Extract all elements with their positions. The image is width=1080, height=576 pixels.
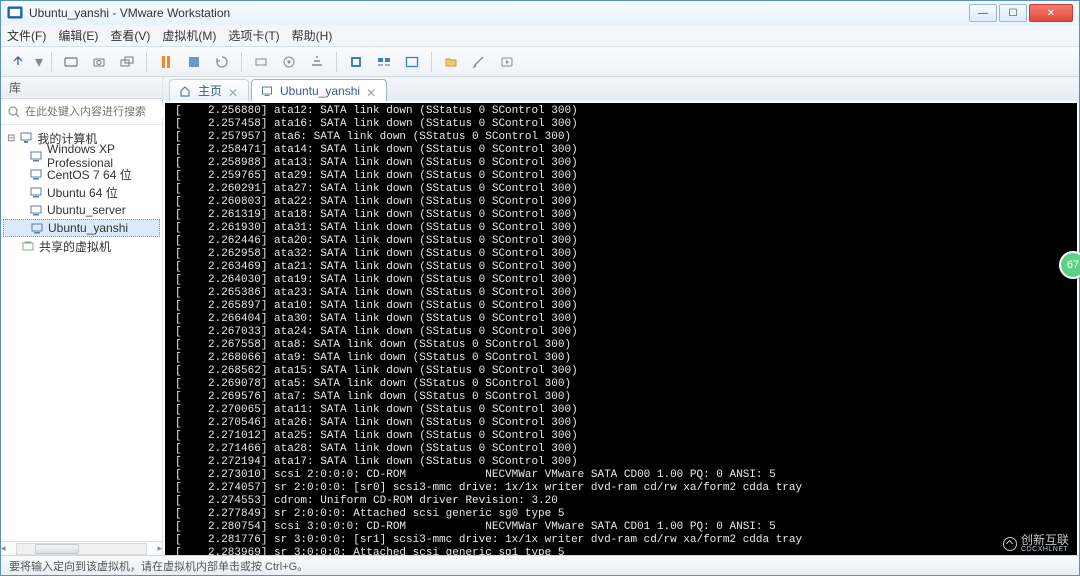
tab-主页[interactable]: 主页 ✕: [169, 79, 249, 101]
tree-item-label: Ubuntu_server: [47, 203, 126, 217]
minimize-button[interactable]: —: [969, 4, 997, 22]
vm-icon: [30, 221, 44, 235]
sidebar-search[interactable]: ▾: [1, 99, 162, 125]
notification-badge[interactable]: 67: [1059, 251, 1080, 279]
player-button[interactable]: [496, 51, 518, 73]
menu-3[interactable]: 虚拟机(M): [162, 27, 216, 44]
statusbar: 要将输入定向到该虚拟机，请在虚拟机内部单击或按 Ctrl+G。: [1, 555, 1079, 575]
tree-item-label: CentOS 7 64 位: [47, 166, 132, 183]
tab-close-icon[interactable]: ✕: [366, 86, 376, 96]
watermark-icon: [1003, 537, 1017, 551]
vm-icon: [29, 203, 43, 217]
window-title: Ubuntu_yanshi - VMware Workstation: [29, 6, 967, 20]
tree-shared-vms[interactable]: 共享的虚拟机: [1, 237, 162, 255]
snapshot-button[interactable]: [88, 51, 110, 73]
watermark: 创新互联 CDCXHLNET: [1003, 534, 1069, 553]
vm-console[interactable]: [ 2.256880] ata12: SATA link down (SStat…: [165, 103, 1077, 555]
tree-vm-Ubuntu 64 位[interactable]: Ubuntu 64 位: [1, 183, 162, 201]
pause-button[interactable]: [155, 51, 177, 73]
menu-5[interactable]: 帮助(H): [292, 27, 333, 44]
menu-0[interactable]: 文件(F): [7, 27, 46, 44]
main-area: 主页 ✕ Ubuntu_yanshi ✕ [ 2.256880] ata12: SAT…: [163, 77, 1079, 555]
vmware-icon: [7, 5, 23, 21]
network-button[interactable]: [306, 51, 328, 73]
unity-button[interactable]: [345, 51, 367, 73]
collapse-icon[interactable]: ⊟: [7, 133, 15, 144]
tab-bar: 主页 ✕ Ubuntu_yanshi ✕: [163, 77, 1079, 101]
tree-vm-Ubuntu_yanshi[interactable]: Ubuntu_yanshi: [3, 219, 160, 237]
tree-item-label: Ubuntu 64 位: [47, 184, 118, 201]
tab-Ubuntu_yanshi[interactable]: Ubuntu_yanshi ✕: [251, 79, 387, 101]
shared-icon: [21, 239, 35, 253]
send-ctrl-alt-del-button[interactable]: [60, 51, 82, 73]
scrollbar-thumb[interactable]: [35, 544, 79, 554]
vm-tree: ⊟ 我的计算机 Windows XP ProfessionalCentOS 7 …: [1, 125, 162, 541]
sidebar-header: 库: [1, 77, 162, 99]
tab-close-icon[interactable]: ✕: [228, 86, 238, 96]
menu-4[interactable]: 选项卡(T): [228, 27, 279, 44]
tree-shared-label: 共享的虚拟机: [39, 238, 111, 255]
usb-button[interactable]: [250, 51, 272, 73]
watermark-brand: 创新互联: [1021, 534, 1069, 546]
thumbnail-button[interactable]: [373, 51, 395, 73]
menubar: 文件(F) 编辑(E) 查看(V) 虚拟机(M) 选项卡(T) 帮助(H): [1, 25, 1079, 47]
close-button[interactable]: ✕: [1029, 4, 1073, 22]
cd-button[interactable]: [278, 51, 300, 73]
run-button[interactable]: [183, 51, 205, 73]
vm-icon: [29, 185, 43, 199]
tree-item-label: Ubuntu_yanshi: [48, 221, 128, 235]
snapshot-manager-button[interactable]: [116, 51, 138, 73]
tree-vm-Ubuntu_server[interactable]: Ubuntu_server: [1, 201, 162, 219]
tab-label: 主页: [198, 82, 222, 99]
vm-icon: [29, 149, 43, 163]
home-icon: [178, 84, 192, 98]
tab-label: Ubuntu_yanshi: [280, 84, 360, 98]
sidebar-scrollbar[interactable]: ◂ ▸: [1, 541, 162, 555]
tree-vm-Windows XP Professional[interactable]: Windows XP Professional: [1, 147, 162, 165]
toolbar: ▾: [1, 47, 1079, 77]
status-text: 要将输入定向到该虚拟机，请在虚拟机内部单击或按 Ctrl+G。: [9, 558, 308, 574]
folder-button[interactable]: [440, 51, 462, 73]
sidebar: 库 ▾ ⊟ 我的计算机 Windows XP ProfessionalCentO…: [1, 77, 163, 555]
vm-icon: [29, 167, 43, 181]
app-window: Ubuntu_yanshi - VMware Workstation — ☐ ✕…: [0, 0, 1080, 576]
titlebar: Ubuntu_yanshi - VMware Workstation — ☐ ✕: [1, 1, 1079, 25]
menu-2[interactable]: 查看(V): [110, 27, 150, 44]
menu-1[interactable]: 编辑(E): [58, 27, 98, 44]
vm-icon: [260, 84, 274, 98]
settings-button[interactable]: [468, 51, 490, 73]
fullscreen-button[interactable]: [401, 51, 423, 73]
maximize-button[interactable]: ☐: [999, 4, 1027, 22]
restart-button[interactable]: [211, 51, 233, 73]
power-button[interactable]: [7, 51, 29, 73]
search-input[interactable]: [25, 106, 167, 118]
search-icon: [7, 105, 21, 119]
computer-icon: [19, 131, 33, 145]
watermark-sub: CDCXHLNET: [1021, 546, 1069, 553]
